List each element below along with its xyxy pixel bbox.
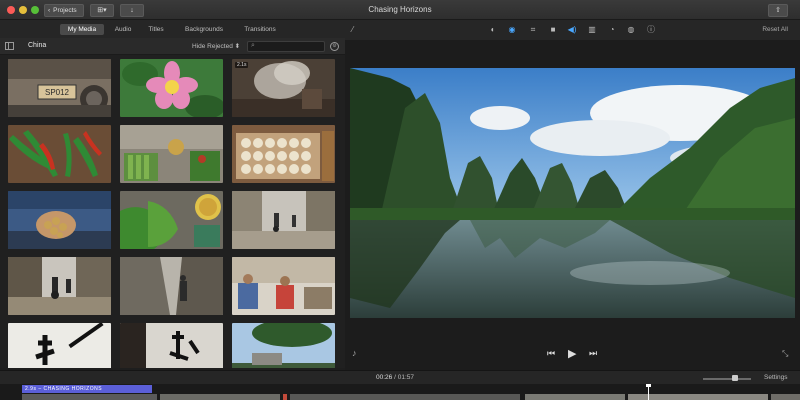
video-clip[interactable] — [290, 394, 520, 400]
chevron-updown-icon: ⬍ — [234, 43, 241, 50]
search-icon: ⌕ — [251, 42, 255, 49]
clip-thumbnail[interactable] — [232, 323, 335, 368]
timeline[interactable]: 2.9s – CHASING HORIZONS — [0, 384, 800, 400]
clip-thumbnail[interactable] — [120, 191, 223, 249]
import-button[interactable]: ↓ — [120, 4, 144, 17]
filter-label: Hide Rejected — [192, 43, 233, 50]
tree-sky-image — [232, 323, 335, 368]
search-field[interactable]: ⌕ — [247, 41, 325, 52]
village-street-image — [232, 191, 335, 249]
library-name: China — [28, 42, 47, 49]
clip-thumbnail[interactable] — [8, 323, 111, 368]
clip-thumbnail[interactable] — [232, 257, 335, 315]
calligraphy-image — [8, 323, 111, 368]
info-icon[interactable]: ⓘ — [646, 25, 656, 35]
clip-thumbnail[interactable] — [8, 125, 111, 183]
clip-thumbnail[interactable] — [120, 323, 223, 368]
zoom-slider-knob[interactable] — [732, 375, 738, 381]
volume-icon[interactable]: ◀) — [567, 25, 577, 35]
karst-river-landscape-image — [350, 68, 795, 318]
skip-back-icon[interactable]: ⏮ — [547, 348, 555, 359]
clip-thumbnail[interactable] — [120, 59, 223, 117]
clip-thumbnail[interactable] — [120, 257, 223, 315]
voiceover-mic-icon[interactable]: ♪ — [352, 348, 357, 358]
reset-all-button[interactable]: Reset All — [762, 26, 788, 33]
transition-marker[interactable] — [283, 394, 287, 400]
alley-walker-image — [120, 257, 223, 315]
cyclists-street-image — [8, 257, 111, 315]
crop-icon[interactable]: ⌗ — [528, 25, 538, 35]
clip-thumbnail[interactable] — [8, 191, 111, 249]
video-preview[interactable] — [350, 68, 795, 318]
tab-audio[interactable]: Audio — [110, 24, 136, 35]
search-input[interactable] — [260, 42, 322, 51]
clip-thumbnail[interactable] — [232, 191, 335, 249]
timeline-header: 00:26 / 01:57 Settings — [0, 370, 800, 384]
magic-wand-icon[interactable]: ⁄ — [352, 25, 353, 34]
projects-button[interactable]: ‹ Projects — [44, 4, 84, 17]
browser-settings-icon[interactable]: ⚙ — [330, 42, 339, 51]
hands-peanuts-image — [8, 191, 111, 249]
current-time: 00:26 — [376, 374, 393, 381]
color-balance-icon[interactable]: ◐ — [488, 25, 498, 35]
total-time: 01:57 — [397, 374, 414, 381]
zoom-window-button[interactable] — [31, 6, 39, 14]
filter-dropdown[interactable]: Hide Rejected ⬍ — [192, 42, 240, 50]
tab-backgrounds[interactable]: Backgrounds — [178, 24, 230, 35]
time-separator: / — [394, 374, 396, 381]
pink-flower-image — [120, 59, 223, 117]
window-title: Chasing Horizons — [368, 5, 432, 14]
title-bar: ‹ Projects ⊞▾ ↓ Chasing Horizons ⇧ — [0, 0, 800, 20]
clip-duration-badge: 2.1s — [235, 62, 249, 68]
video-clip[interactable] — [525, 394, 625, 400]
clip-thumbnail[interactable]: 2.1s — [232, 59, 335, 117]
video-clip[interactable] — [22, 394, 157, 400]
tab-titles[interactable]: Titles — [143, 24, 169, 35]
calligraphy-writing-image — [120, 323, 223, 368]
timeline-zoom-slider[interactable] — [703, 375, 751, 381]
equalizer-icon[interactable]: ▥ — [587, 25, 597, 35]
video-clip[interactable] — [771, 394, 800, 400]
playback-controls: ⏮ ▶ ⏭ — [545, 348, 605, 360]
minimize-window-button[interactable] — [19, 6, 27, 14]
clip-thumbnail[interactable] — [8, 257, 111, 315]
video-clip[interactable] — [160, 394, 280, 400]
tab-transitions[interactable]: Transitions — [238, 24, 282, 35]
svg-text:SP012: SP012 — [45, 88, 70, 97]
speed-icon[interactable]: ◔ — [607, 25, 617, 35]
market-vegetables-image — [120, 125, 223, 183]
courtyard-people-image — [232, 257, 335, 315]
library-bar: China Hide Rejected ⬍ ⌕ ⚙ — [0, 38, 345, 55]
playhead[interactable] — [646, 384, 651, 400]
media-library-button[interactable]: ⊞▾ — [90, 4, 114, 17]
play-icon[interactable]: ▶ — [568, 347, 576, 360]
timeline-settings-button[interactable]: Settings — [764, 374, 788, 381]
clip-thumbnail[interactable]: SP012 — [8, 59, 111, 117]
timecode-display: 00:26 / 01:57 — [376, 374, 414, 381]
chevron-left-icon: ‹ — [48, 7, 51, 14]
fullscreen-icon[interactable]: ⤡ — [782, 349, 788, 359]
media-browser-grid: SP012 2.1s — [0, 55, 345, 368]
title-clip[interactable]: 2.9s – CHASING HORIZONS — [22, 385, 152, 393]
license-plate-image: SP012 — [8, 59, 111, 117]
noise-reduction-icon[interactable]: ◍ — [626, 25, 636, 35]
tab-my-media[interactable]: My Media — [60, 24, 104, 35]
share-button[interactable]: ⇧ — [768, 4, 788, 17]
chili-peppers-image — [8, 125, 111, 183]
projects-label: Projects — [53, 7, 77, 14]
browser-tab-bar: My Media Audio Titles Backgrounds Transi… — [0, 20, 345, 38]
stabilization-icon[interactable]: ■ — [548, 25, 558, 35]
greens-bowl-image — [120, 191, 223, 249]
skip-forward-icon[interactable]: ⏭ — [589, 348, 597, 359]
dumplings-image — [232, 125, 335, 183]
close-window-button[interactable] — [7, 6, 15, 14]
video-clip[interactable] — [628, 394, 768, 400]
sidebar-toggle-icon[interactable] — [5, 42, 14, 50]
color-correction-icon[interactable]: ◉ — [507, 25, 517, 35]
imovie-window: ‹ Projects ⊞▾ ↓ Chasing Horizons ⇧ My Med… — [0, 0, 800, 400]
clip-thumbnail[interactable] — [232, 125, 335, 183]
clip-thumbnail[interactable] — [120, 125, 223, 183]
adjustments-toolbar: ◐ ◉ ⌗ ■ ◀) ▥ ◔ ◍ ⓘ Reset All — [345, 20, 800, 40]
